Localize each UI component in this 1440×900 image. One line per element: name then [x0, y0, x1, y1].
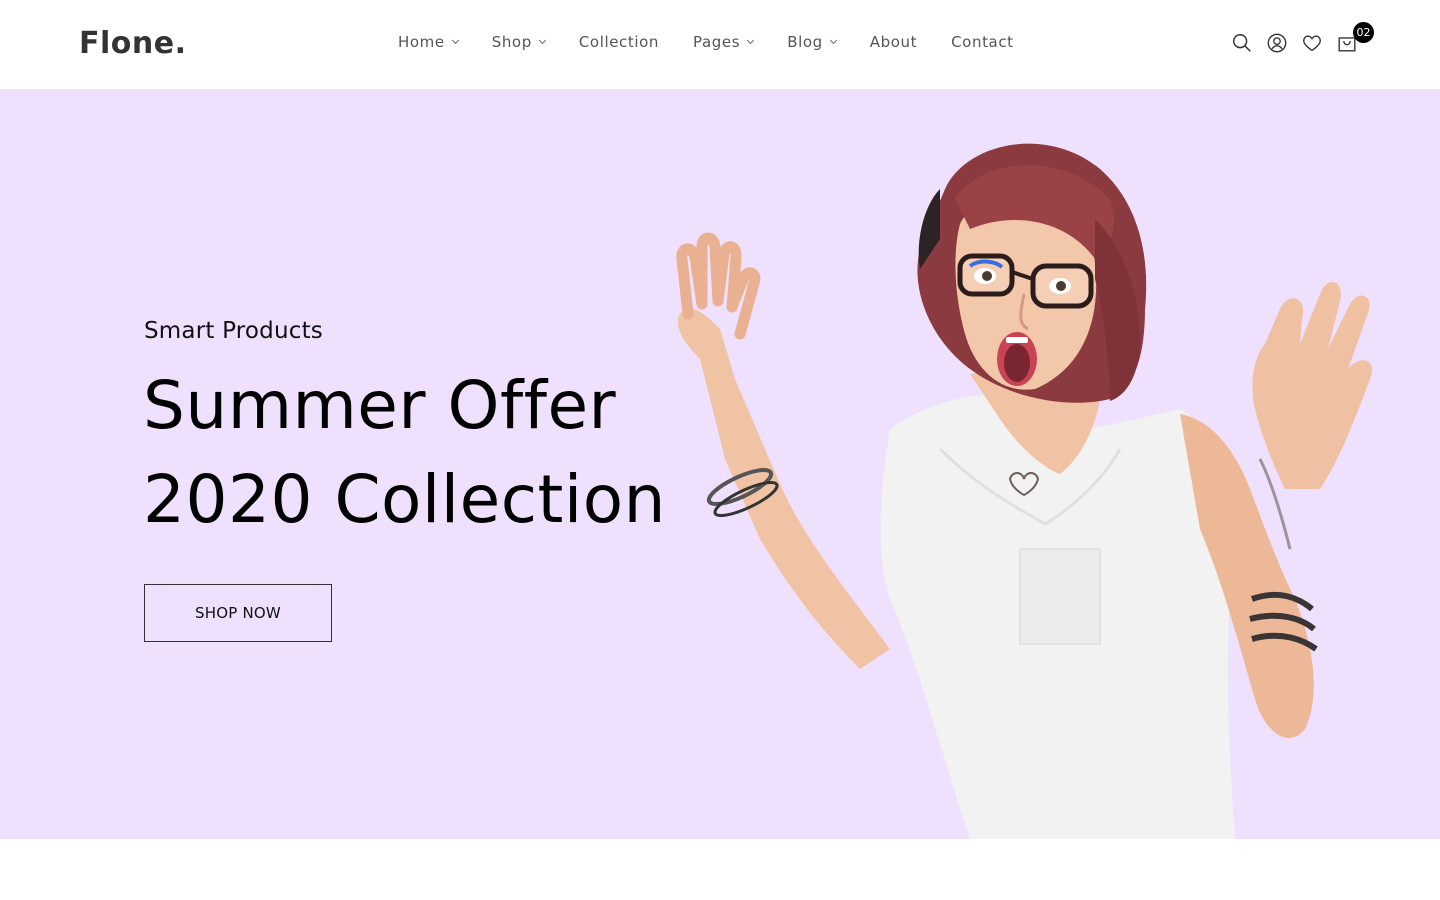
- hero-subtitle: Smart Products: [144, 318, 323, 344]
- chevron-down-icon: [747, 36, 755, 44]
- heart-icon: [1303, 35, 1321, 52]
- page-below-hero: [0, 839, 1440, 900]
- hero-headline: Summer Offer 2020 Collection: [143, 359, 666, 547]
- hero-banner: Smart Products Summer Offer 2020 Collect…: [0, 89, 1440, 839]
- chevron-down-icon: [538, 36, 546, 44]
- wishlist-button[interactable]: [1300, 31, 1324, 55]
- header-actions: 02: [1230, 22, 1374, 56]
- nav-item-pages[interactable]: Pages: [693, 33, 755, 51]
- cart-button[interactable]: 02: [1335, 22, 1374, 55]
- search-icon: [1233, 34, 1251, 52]
- nav-item-collection[interactable]: Collection: [579, 33, 659, 51]
- nav-item-blog[interactable]: Blog: [787, 33, 837, 51]
- hero-headline-line2: 2020 Collection: [143, 461, 666, 538]
- nav-item-label: Contact: [951, 33, 1014, 51]
- nav-item-label: Shop: [491, 33, 532, 51]
- nav-item-home[interactable]: Home: [398, 33, 459, 51]
- site-header: Flone. Home Shop Collection Pages Blog A…: [0, 0, 1440, 89]
- user-icon: [1267, 33, 1287, 53]
- cart-count-badge: 02: [1353, 22, 1374, 43]
- nav-item-label: Home: [398, 33, 445, 51]
- nav-item-label: About: [869, 33, 918, 51]
- chevron-down-icon: [829, 36, 837, 44]
- account-button[interactable]: [1265, 31, 1289, 55]
- main-nav: Home Shop Collection Pages Blog About Co…: [398, 30, 1014, 54]
- shop-now-button[interactable]: SHOP NOW: [144, 584, 332, 642]
- hero-headline-line1: Summer Offer: [143, 367, 617, 444]
- hero-model-image: [676, 143, 1372, 839]
- nav-item-shop[interactable]: Shop: [491, 33, 546, 51]
- nav-item-label: Blog: [787, 33, 823, 51]
- nav-item-about[interactable]: About: [870, 33, 917, 51]
- nav-item-contact[interactable]: Contact: [951, 33, 1014, 51]
- brand-logo[interactable]: Flone.: [79, 26, 187, 62]
- chevron-down-icon: [451, 36, 459, 44]
- search-button[interactable]: [1230, 31, 1254, 55]
- nav-item-label: Collection: [578, 33, 660, 51]
- nav-item-label: Pages: [693, 33, 741, 51]
